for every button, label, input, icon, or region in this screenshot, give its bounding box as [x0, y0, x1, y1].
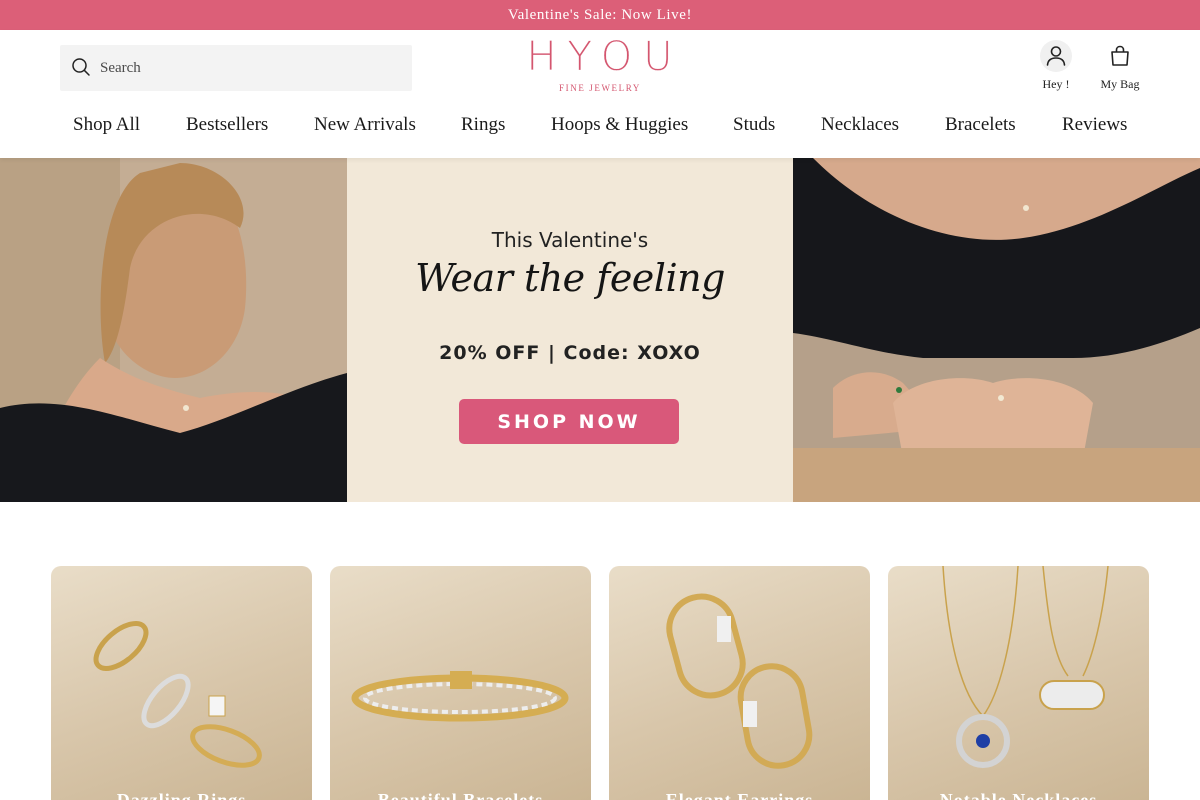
bag-icon-wrap	[1104, 40, 1136, 72]
hero-photo-right	[793, 158, 1200, 502]
category-label-bracelets: Beautiful Bracelets	[377, 790, 544, 800]
logo-wordmark: HYOU	[526, 34, 684, 80]
hero-headline: Wear the feeling	[415, 256, 725, 300]
nav-new-arrivals[interactable]: New Arrivals	[314, 114, 416, 136]
bag-button[interactable]: My Bag	[1094, 40, 1146, 92]
search-icon[interactable]	[71, 57, 91, 77]
bag-label: My Bag	[1100, 77, 1140, 91]
category-card-earrings[interactable]: Elegant Earrings	[609, 566, 870, 800]
shopping-bag-icon	[1111, 45, 1129, 66]
hero-eyebrow: This Valentine's	[491, 228, 649, 252]
account-icon-wrap	[1040, 40, 1072, 72]
bracelet-image	[351, 671, 569, 722]
search-box[interactable]	[60, 45, 412, 91]
hero-photo-left	[0, 158, 347, 502]
account-button[interactable]: Hey !	[1030, 40, 1082, 92]
hero-promo-panel: This Valentine's Wear the feeling 20% OF…	[347, 158, 793, 502]
nav-rings[interactable]: Rings	[461, 114, 505, 136]
nav-reviews[interactable]: Reviews	[1062, 114, 1127, 136]
logo-tagline: FINE JEWELRY	[559, 83, 641, 93]
necklaces-image	[942, 566, 1109, 768]
nav-bracelets[interactable]: Bracelets	[945, 114, 1016, 136]
nav-studs[interactable]: Studs	[733, 114, 775, 136]
nav-bestsellers[interactable]: Bestsellers	[186, 114, 268, 136]
category-card-rings[interactable]: Dazzling Rings	[51, 566, 312, 800]
category-cards: Dazzling Rings Beautiful Bracelets Elega…	[0, 566, 1200, 800]
rings-image	[93, 621, 262, 768]
shop-now-button[interactable]: SHOP NOW	[459, 399, 679, 444]
main-nav: Shop All Bestsellers New Arrivals Rings …	[0, 114, 1200, 142]
site-header: HYOU FINE JEWELRY Hey ! My Bag Shop All …	[0, 30, 1200, 158]
nav-necklaces[interactable]: Necklaces	[821, 114, 899, 136]
category-label-earrings: Elegant Earrings	[665, 790, 814, 800]
user-icon	[1046, 46, 1066, 66]
announcement-bar: Valentine's Sale: Now Live!	[0, 0, 1200, 30]
announcement-text: Valentine's Sale: Now Live!	[507, 6, 693, 23]
search-input[interactable]	[100, 45, 400, 91]
brand-logo[interactable]: HYOU FINE JEWELRY	[500, 37, 700, 93]
earrings-image	[666, 593, 813, 769]
nav-hoops-huggies[interactable]: Hoops & Huggies	[551, 114, 688, 136]
category-card-bracelets[interactable]: Beautiful Bracelets	[330, 566, 591, 800]
category-label-rings: Dazzling Rings	[116, 790, 247, 800]
account-label: Hey !	[1042, 77, 1070, 91]
hero-model-illustration	[0, 158, 347, 502]
nav-shop-all[interactable]: Shop All	[73, 114, 140, 136]
category-card-necklaces[interactable]: Notable Necklaces	[888, 566, 1149, 800]
category-label-necklaces: Notable Necklaces	[939, 790, 1098, 800]
hero-offer: 20% OFF | Code: XOXO	[439, 342, 701, 364]
hero-hands-illustration	[793, 158, 1200, 502]
hero-banner[interactable]: This Valentine's Wear the feeling 20% OF…	[0, 158, 1200, 502]
